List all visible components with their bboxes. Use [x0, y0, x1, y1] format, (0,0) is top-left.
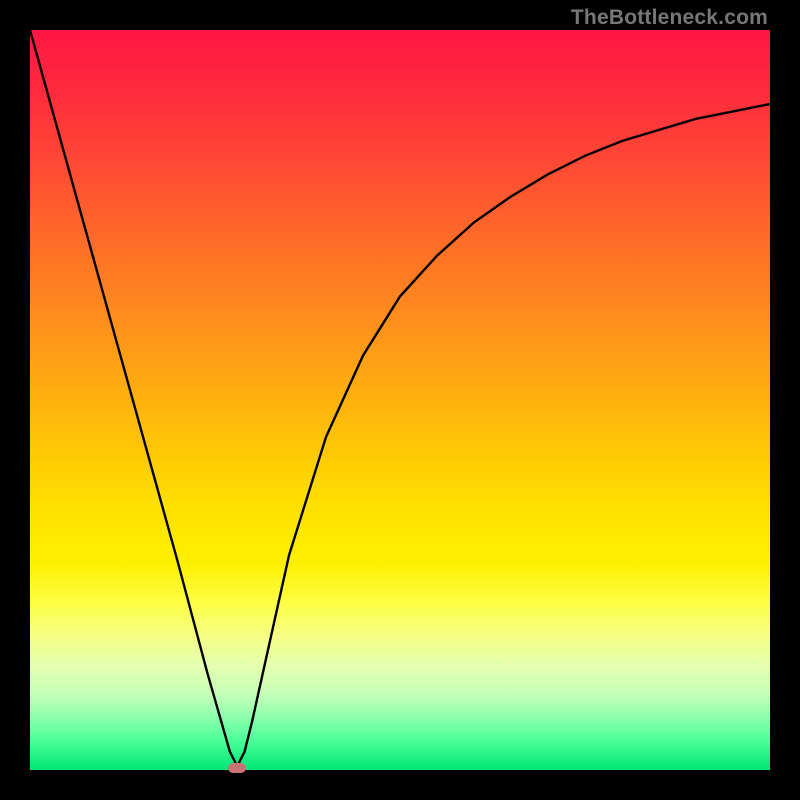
plot-area	[30, 30, 770, 770]
frame: TheBottleneck.com	[0, 0, 800, 800]
curve-svg	[30, 30, 770, 770]
curve-path	[30, 30, 770, 766]
watermark-text: TheBottleneck.com	[571, 6, 768, 30]
min-marker	[228, 763, 246, 773]
